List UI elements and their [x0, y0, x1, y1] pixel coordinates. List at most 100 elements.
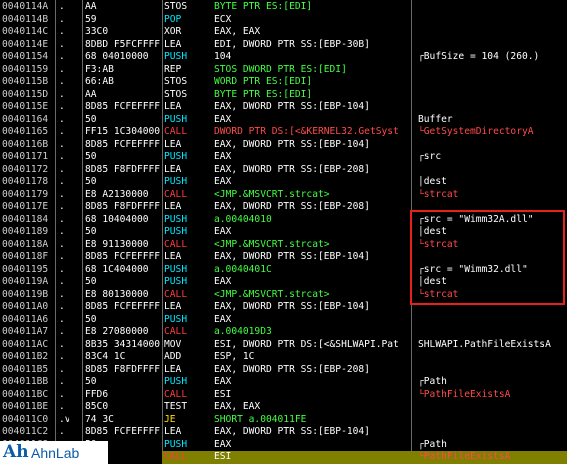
instruction-row[interactable]: 0040115E. 8D85 FCFEFFFF LEA EAX, DWORD PTR …	[0, 101, 567, 114]
instruction-mnemonic: PUSH	[164, 213, 188, 225]
instruction-operands: BYTE PTR ES:[EDI]	[214, 1, 313, 12]
instruction-marker: .	[59, 138, 65, 150]
instruction-operands: EAX	[214, 376, 232, 387]
instruction-row[interactable]: 004011B2. 83C4 1C ADD ESP, 1C	[0, 351, 567, 364]
instruction-operands: ECX	[214, 13, 232, 25]
instruction-operands: EAX, DWORD PTR SS:[EBP-208]	[214, 201, 370, 212]
instruction-hex-bytes: 74 3C	[85, 413, 114, 425]
instruction-marker: .	[59, 88, 65, 100]
instruction-row[interactable]: 0040115D. AA STOS BYTE PTR ES:[EDI]	[0, 89, 567, 102]
instruction-operands: EAX	[214, 151, 232, 162]
instruction-address: 0040119A	[2, 276, 49, 287]
instruction-mnemonic: XOR	[164, 26, 182, 37]
instruction-mnemonic: PUSH	[164, 276, 188, 287]
instruction-row[interactable]: 004011A6. 50 PUSH EAX	[0, 314, 567, 327]
instruction-operands: a.004019D3	[214, 326, 272, 337]
instruction-row[interactable]: 00401165. FF15 1C304000 CALL DWORD PTR DS:[…	[0, 126, 567, 139]
instruction-operands: EAX, DWORD PTR SS:[EBP-104]	[214, 426, 370, 437]
instruction-hex-bytes: 83C4 1C	[85, 351, 126, 362]
instruction-mnemonic: CALL	[164, 451, 188, 462]
instruction-row[interactable]: 004011B5. 8D85 F8FDFFFF LEA EAX, DWORD PTR …	[0, 364, 567, 377]
instruction-row[interactable]: 004011BE. 85C0 TEST EAX, EAX	[0, 401, 567, 414]
instruction-hex-bytes: 8D85 FCFEFFFF	[85, 101, 161, 112]
instruction-row[interactable]: 0040114C. 33C0 XOR EAX, EAX	[0, 26, 567, 39]
instruction-row[interactable]: 004011A7. E8 27080000 CALL a.004019D3	[0, 326, 567, 339]
instruction-row[interactable]: 004011C0 .v 74 3C JE SHORT a.004011FE	[0, 414, 567, 427]
instruction-row[interactable]: 004011BB. 50 PUSH EAX ┌Path	[0, 376, 567, 389]
instruction-operands: EAX	[214, 113, 232, 125]
instruction-mnemonic: LEA	[164, 101, 182, 112]
instruction-hex-bytes: 8D85 FCFEFFFF	[85, 426, 161, 437]
instruction-operands: EAX, DWORD PTR SS:[EBP-104]	[214, 138, 370, 150]
instruction-comment: ┌Path	[418, 438, 447, 450]
instruction-row[interactable]: 004011C2. 8D85 FCFEFFFF LEA EAX, DWORD PTR …	[0, 426, 567, 439]
instruction-address: 00401154	[2, 51, 49, 62]
instruction-mnemonic: LEA	[164, 163, 182, 175]
instruction-mnemonic: LEA	[164, 138, 182, 150]
instruction-mnemonic: PUSH	[164, 263, 188, 275]
instruction-row[interactable]: 0040115B. 66:AB STOS WORD PTR ES:[EDI]	[0, 76, 567, 89]
instruction-row[interactable]: 00401164. 50 PUSH EAX Buffer	[0, 114, 567, 127]
instruction-row[interactable]: 0040114A. AA STOS BYTE PTR ES:[EDI]	[0, 1, 567, 14]
instruction-marker: .	[59, 101, 65, 112]
instruction-comment: ┌BufSize = 104 (260.)	[418, 51, 540, 62]
instruction-operands: <JMP.&MSVCRT.strcat>	[214, 188, 330, 200]
instruction-marker: .	[59, 326, 65, 337]
instruction-address: 0040118A	[2, 238, 49, 250]
instruction-hex-bytes: 8D85 F8FDFFFF	[85, 363, 161, 375]
instruction-marker: .	[59, 376, 65, 387]
instruction-operands: EAX, DWORD PTR SS:[EBP-104]	[214, 101, 370, 112]
instruction-mnemonic: STOS	[164, 1, 188, 12]
instruction-hex-bytes: 50	[85, 376, 97, 387]
instruction-hex-bytes: E8 A2130000	[85, 188, 149, 200]
instruction-marker: .	[59, 263, 65, 275]
instruction-marker: .	[59, 351, 65, 362]
instruction-marker: .	[59, 401, 65, 412]
instruction-hex-bytes: 50	[85, 151, 97, 162]
disassembly-view[interactable]: 0040114A. AA STOS BYTE PTR ES:[EDI] 0040114B…	[0, 0, 567, 464]
instruction-address: 004011BE	[2, 401, 49, 412]
instruction-operands: STOS DWORD PTR ES:[EDI]	[214, 63, 347, 75]
instruction-row[interactable]: 0040114B. 59 POP ECX	[0, 14, 567, 27]
instruction-row[interactable]: 00401154. 68 04010000 PUSH 104 ┌BufSize = 10…	[0, 51, 567, 64]
instruction-hex-bytes: 68 1C404000	[85, 263, 149, 275]
instruction-mnemonic: STOS	[164, 88, 188, 100]
instruction-address: 00401172	[2, 163, 49, 175]
instruction-marker: .	[59, 301, 65, 312]
instruction-row[interactable]: 00401179. E8 A2130000 CALL <JMP.&MSVCRT.str…	[0, 189, 567, 202]
instruction-marker: .	[59, 13, 65, 25]
instruction-row[interactable]: 00401178. 50 PUSH EAX │dest	[0, 176, 567, 189]
instruction-hex-bytes: 66:AB	[85, 76, 114, 87]
instruction-mnemonic: STOS	[164, 76, 188, 87]
instruction-address: 0040114E	[2, 38, 49, 50]
instruction-comment: SHLWAPI.PathFileExistsA	[418, 338, 551, 350]
instruction-address: 0040114B	[2, 13, 49, 25]
instruction-mnemonic: PUSH	[164, 113, 188, 125]
instruction-comment: │dest	[418, 176, 447, 187]
instruction-row[interactable]: 00401172. 8D85 F8FDFFFF LEA EAX, DWORD PTR …	[0, 164, 567, 177]
instruction-hex-bytes: 68 04010000	[85, 51, 149, 62]
instruction-mnemonic: MOV	[164, 338, 182, 350]
instruction-hex-bytes: E8 91130000	[85, 238, 149, 250]
instruction-hex-bytes: 50	[85, 313, 97, 325]
instruction-comment: └PathFileExistsA	[418, 451, 511, 462]
instruction-address: 004011BC	[2, 388, 49, 400]
instruction-row[interactable]: 004011AC. 8B35 34314000 MOV ESI, DWORD PTR …	[0, 339, 567, 352]
instruction-mnemonic: PUSH	[164, 438, 188, 450]
instruction-mnemonic: REP	[164, 63, 182, 75]
instruction-row[interactable]: 0040114E. 8DBD F5FCFFFF LEA EDI, DWORD PTR …	[0, 39, 567, 52]
instruction-row[interactable]: 0040116B. 8D85 FCFEFFFF LEA EAX, DWORD PTR …	[0, 139, 567, 152]
instruction-operands: EAX	[214, 276, 232, 287]
instruction-marker: .	[59, 201, 65, 212]
ahnlab-logo-text: AhnLab	[31, 445, 80, 461]
instruction-address: 004011C0	[2, 413, 49, 425]
instruction-row[interactable]: 004011BC. FFD6 CALL ESI └PathFileExistsA	[0, 389, 567, 402]
instruction-row[interactable]: 00401171. 50 PUSH EAX ┌src	[0, 151, 567, 164]
instruction-marker: .	[59, 76, 65, 87]
instruction-address: 004011B5	[2, 363, 49, 375]
instruction-mnemonic: PUSH	[164, 313, 188, 325]
instruction-row[interactable]: 00401159. F3:AB REP STOS DWORD PTR ES:[EDI]	[0, 64, 567, 77]
instruction-hex-bytes: 8DBD F5FCFFFF	[85, 38, 161, 50]
instruction-operands: <JMP.&MSVCRT.strcat>	[214, 238, 330, 250]
ahnlab-logo: Ah AhnLab	[0, 441, 108, 464]
